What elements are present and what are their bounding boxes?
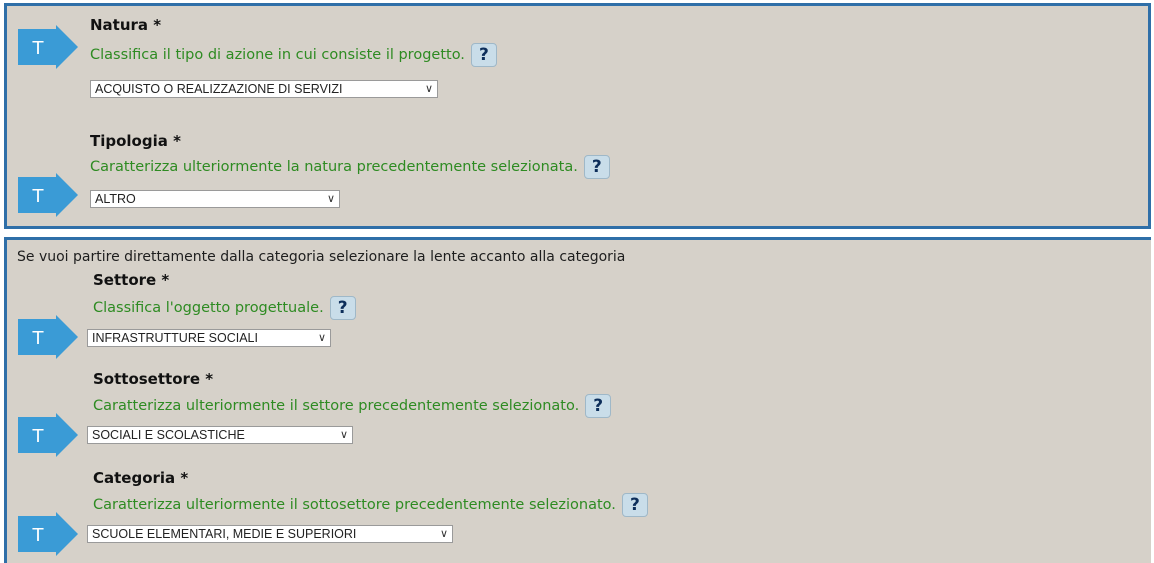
settore-description: Classifica l'oggetto progettuale.?: [93, 296, 356, 320]
sottosettore-help-icon[interactable]: ?: [585, 394, 612, 418]
chevron-down-icon: ∨: [439, 528, 448, 540]
svg-text:T: T: [32, 426, 45, 447]
text-field-arrow-icon: T: [18, 413, 78, 457]
settore-description-text: Classifica l'oggetto progettuale.: [93, 300, 324, 316]
tipologia-description-text: Caratterizza ulteriormente la natura pre…: [90, 159, 578, 175]
settore-selected-value: INFRASTRUTTURE SOCIALI: [92, 331, 258, 345]
natura-description: Classifica il tipo di azione in cui cons…: [90, 43, 497, 67]
text-field-arrow-icon: T: [18, 173, 78, 217]
natura-selected-value: ACQUISTO O REALIZZAZIONE DI SERVIZI: [95, 82, 343, 96]
tipologia-help-icon[interactable]: ?: [583, 155, 610, 179]
settore-panel: Se vuoi partire direttamente dalla categ…: [4, 237, 1151, 563]
svg-text:T: T: [32, 38, 45, 59]
natura-help-icon[interactable]: ?: [470, 43, 497, 67]
tipologia-selected-value: ALTRO: [95, 192, 136, 206]
categoria-description-text: Caratterizza ulteriormente il sottosetto…: [93, 497, 616, 513]
svg-text:T: T: [32, 328, 45, 349]
settore-select[interactable]: INFRASTRUTTURE SOCIALI ∨: [87, 329, 331, 347]
categoria-label: Categoria *: [93, 469, 189, 487]
chevron-down-icon: ∨: [317, 332, 326, 344]
settore-help-icon[interactable]: ?: [329, 296, 356, 320]
tipologia-label: Tipologia *: [90, 132, 181, 150]
categoria-select[interactable]: SCUOLE ELEMENTARI, MEDIE E SUPERIORI ∨: [87, 525, 453, 543]
chevron-down-icon: ∨: [326, 193, 335, 205]
tipologia-description: Caratterizza ulteriormente la natura pre…: [90, 155, 610, 179]
sottosettore-label: Sottosettore *: [93, 370, 214, 388]
sottosettore-description: Caratterizza ulteriormente il settore pr…: [93, 394, 612, 418]
svg-text:T: T: [32, 525, 45, 546]
chevron-down-icon: ∨: [339, 429, 348, 441]
category-hint-text: Se vuoi partire direttamente dalla categ…: [17, 249, 626, 265]
natura-description-text: Classifica il tipo di azione in cui cons…: [90, 47, 465, 63]
natura-tipologia-panel: T Natura * Classifica il tipo di azione …: [4, 3, 1151, 229]
text-field-arrow-icon: T: [18, 512, 78, 556]
natura-select[interactable]: ACQUISTO O REALIZZAZIONE DI SERVIZI ∨: [90, 80, 438, 98]
svg-text:T: T: [32, 186, 45, 207]
chevron-down-icon: ∨: [424, 83, 433, 95]
text-field-arrow-icon: T: [18, 25, 78, 69]
tipologia-select[interactable]: ALTRO ∨: [90, 190, 340, 208]
sottosettore-select[interactable]: SOCIALI E SCOLASTICHE ∨: [87, 426, 353, 444]
categoria-description: Caratterizza ulteriormente il sottosetto…: [93, 493, 648, 517]
settore-label: Settore *: [93, 271, 170, 289]
sottosettore-description-text: Caratterizza ulteriormente il settore pr…: [93, 398, 580, 414]
categoria-help-icon[interactable]: ?: [621, 493, 648, 517]
natura-label: Natura *: [90, 16, 162, 34]
sottosettore-selected-value: SOCIALI E SCOLASTICHE: [92, 428, 245, 442]
categoria-selected-value: SCUOLE ELEMENTARI, MEDIE E SUPERIORI: [92, 527, 357, 541]
text-field-arrow-icon: T: [18, 315, 78, 359]
